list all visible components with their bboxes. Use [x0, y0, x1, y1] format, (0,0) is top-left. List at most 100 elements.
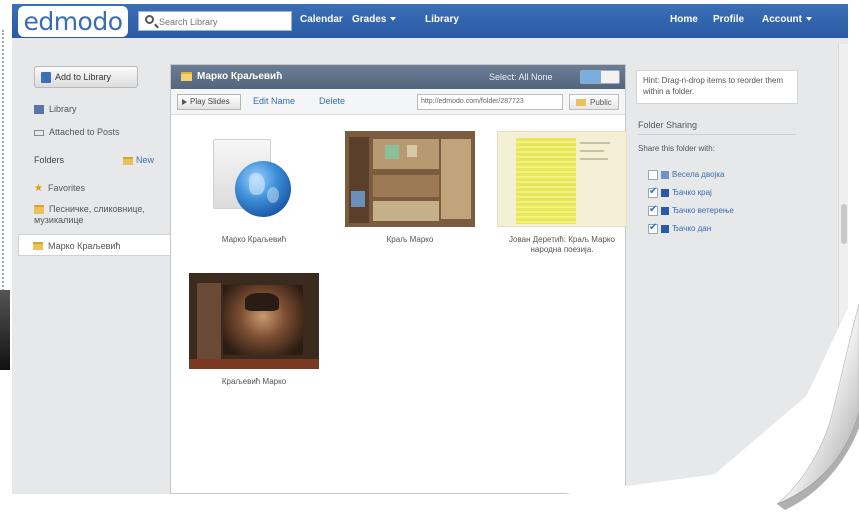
folder-icon: [576, 99, 586, 106]
share-group-item[interactable]: Ђачко ветерење: [648, 204, 734, 216]
share-checkbox[interactable]: [648, 204, 658, 216]
nav-account[interactable]: Account: [762, 14, 812, 25]
right-panel: Hint: Drag-n-drop items to reorder them …: [628, 38, 848, 494]
thumbnail-detail: [245, 293, 279, 311]
group-label: Ђачко крај: [672, 188, 712, 198]
sidebar-item-library[interactable]: Library: [34, 104, 77, 115]
sidebar-item-label: Attached to Posts: [49, 127, 120, 137]
nav-home[interactable]: Home: [670, 14, 698, 25]
thumbnail-detail: [349, 137, 369, 223]
group-label: Весела двојка: [672, 170, 725, 180]
link-thumbnail[interactable]: [189, 131, 319, 227]
library-search[interactable]: [138, 11, 292, 31]
thumbnail-detail: [441, 139, 471, 219]
folders-heading: Folders: [34, 155, 65, 165]
group-label: Ђачко ветерење: [672, 206, 734, 216]
thumbnail-detail: [373, 139, 439, 169]
nav-grades-label: Grades: [352, 14, 387, 25]
public-label: Public: [590, 98, 612, 107]
share-group-item[interactable]: Ђачко крај: [648, 186, 712, 198]
page-scrollbar[interactable]: [838, 44, 848, 444]
group-label: Ђачко дан: [672, 224, 712, 234]
background-edge: [0, 0, 12, 514]
share-with-label: Share this folder with:: [638, 144, 715, 153]
text-line: [580, 150, 604, 152]
select-all-none[interactable]: Select: All None: [489, 72, 553, 82]
add-to-library-label: Add to Library: [55, 72, 112, 82]
library-sidebar: Add to Library Library Attached to Posts…: [12, 38, 176, 494]
highlighted-text-block: [516, 138, 576, 224]
edit-name-link[interactable]: Edit Name: [253, 96, 295, 106]
share-checkbox[interactable]: [648, 186, 658, 198]
thumbnail-detail: [385, 145, 399, 159]
sidebar-item-folder-active[interactable]: Марко Краљевић: [18, 234, 176, 256]
search-icon: [145, 15, 154, 24]
sidebar-item-label: Марко Краљевић: [48, 241, 121, 251]
sidebar-item-label: Favorites: [47, 183, 85, 193]
view-toggle[interactable]: [580, 70, 620, 84]
library-icon: [41, 72, 51, 83]
video-thumbnail[interactable]: [189, 273, 319, 369]
star-icon: ★: [34, 183, 43, 195]
top-navigation-bar: edmodo Calendar Grades Library Home Prof…: [12, 4, 848, 38]
background-photo-strip: [0, 290, 10, 370]
new-folder-button[interactable]: New: [123, 155, 154, 165]
divider: [638, 134, 796, 135]
drag-hint: Hint: Drag-n-drop items to reorder them …: [636, 70, 798, 104]
sidebar-item-folder[interactable]: Песничке, сликовнице, музикалице: [34, 204, 166, 226]
group-icon: [661, 207, 669, 215]
folder-icon: [33, 242, 43, 250]
group-icon: [661, 171, 669, 179]
chevron-down-icon: [390, 17, 397, 22]
thumbnail-detail: [407, 145, 417, 157]
folder-toolbar: Play Slides Edit Name Delete http://edmo…: [171, 89, 625, 115]
share-group-item[interactable]: Ђачко дан: [648, 222, 712, 234]
delete-link[interactable]: Delete: [319, 96, 345, 106]
library-icon: [34, 105, 44, 115]
public-button[interactable]: Public: [569, 94, 619, 110]
new-folder-label: New: [136, 155, 155, 165]
document-thumbnail[interactable]: [497, 131, 627, 227]
nav-account-label: Account: [762, 14, 802, 25]
nav-profile[interactable]: Profile: [713, 14, 744, 25]
share-checkbox[interactable]: [648, 222, 658, 234]
group-icon: [661, 189, 669, 197]
item-caption[interactable]: Краљевић Марко: [189, 377, 319, 387]
item-caption[interactable]: Јован Деретић: Краљ Марко народна поезиј…: [497, 235, 627, 255]
text-line: [580, 158, 608, 160]
folder-icon: [34, 205, 44, 215]
text-line: [580, 142, 610, 144]
share-checkbox[interactable]: [648, 170, 658, 180]
folder-icon: [123, 156, 133, 165]
share-group-item[interactable]: Весела двојка: [648, 170, 725, 180]
scrollbar-thumb[interactable]: [841, 204, 847, 244]
attachment-icon: [34, 129, 44, 136]
grid-view-icon[interactable]: [581, 71, 601, 83]
nav-calendar[interactable]: Calendar: [300, 14, 343, 25]
screenshot-stage: edmodo Calendar Grades Library Home Prof…: [0, 0, 859, 514]
item-caption[interactable]: Марко Краљевић: [189, 235, 319, 245]
thumbnail-detail: [197, 283, 221, 359]
image-thumbnail[interactable]: [345, 131, 475, 227]
folder-icon: [181, 72, 192, 81]
nav-grades[interactable]: Grades: [352, 14, 397, 25]
folder-sharing-title: Folder Sharing: [638, 120, 698, 130]
thumbnail-detail: [351, 191, 365, 207]
thumbnail-detail: [373, 175, 439, 197]
folder-title: Марко Краљевић: [197, 71, 283, 82]
nav-library[interactable]: Library: [425, 14, 459, 25]
item-caption[interactable]: Краљ Марко: [345, 235, 475, 245]
sidebar-item-favorites[interactable]: ★ Favorites: [34, 183, 85, 194]
sidebar-item-attached[interactable]: Attached to Posts: [34, 127, 120, 137]
sidebar-item-label: Library: [49, 104, 77, 114]
thumbnail-detail: [189, 359, 319, 369]
folder-url-field[interactable]: http://edmodo.com/folder/287723: [417, 94, 563, 110]
sidebar-item-label: Песничке, сликовнице, музикалице: [34, 204, 145, 225]
search-input[interactable]: [159, 14, 289, 29]
play-slides-button[interactable]: Play Slides: [177, 94, 241, 110]
globe-icon: [235, 161, 291, 217]
edmodo-logo[interactable]: edmodo: [18, 6, 128, 37]
page-curl-shadow: [777, 412, 859, 510]
folder-header: Марко Краљевић Select: All None: [171, 65, 625, 89]
add-to-library-button[interactable]: Add to Library: [34, 66, 138, 88]
